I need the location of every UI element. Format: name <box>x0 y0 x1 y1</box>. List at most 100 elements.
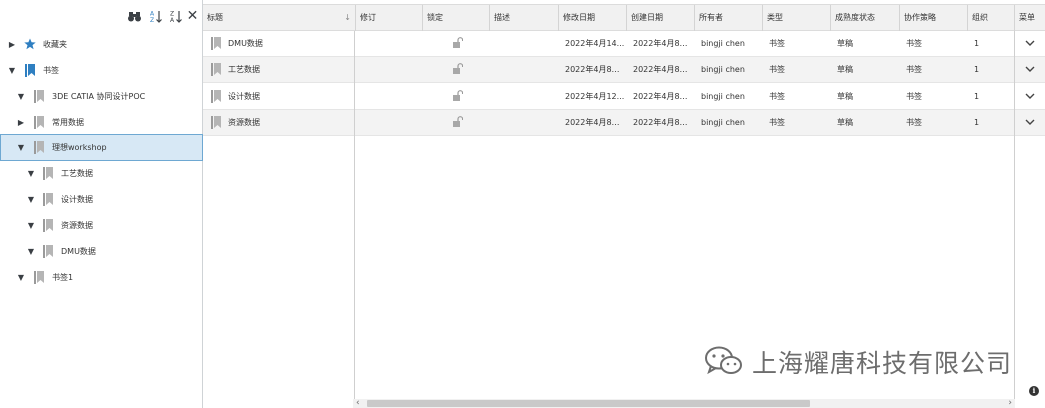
grid-header: 标题 ↓ 修订 锁定 描述 修改日期 创建日期 所有者 类型 成熟度状态 协作策… <box>203 4 1045 31</box>
tree-node-label: DMU数据 <box>61 246 96 256</box>
bookmark-icon <box>211 63 221 78</box>
table-row[interactable]: 资源数据 2022年4月8日 ... 2022年4月8日 ... bingji … <box>203 110 1045 136</box>
tree-node-bookmark1[interactable]: ▼ 书签1 <box>0 264 203 290</box>
tree-toolbar: AZ ZA ✕ <box>0 0 202 31</box>
cell-created: 2022年4月8日 ... <box>633 65 695 74</box>
cell-type: 书签 <box>769 92 785 101</box>
cell-organization: 1 <box>974 92 980 101</box>
unlock-icon[interactable] <box>453 63 464 77</box>
bookmark-icon <box>32 89 46 103</box>
scroll-right-icon[interactable]: › <box>1008 399 1012 408</box>
collapse-arrow-icon[interactable]: ▼ <box>26 168 36 178</box>
cell-title[interactable]: 工艺数据 <box>224 57 354 83</box>
tree-node-lixiang-workshop[interactable]: ▼ 理想workshop <box>0 134 203 161</box>
column-divider[interactable] <box>354 31 355 408</box>
table-row[interactable]: DMU数据 2022年4月14... 2022年4月8日 ... bingji … <box>203 31 1045 57</box>
tree-node-label: 收藏夹 <box>43 39 67 49</box>
cell-owner: bingji chen <box>701 118 745 127</box>
bookmark-icon <box>32 270 46 284</box>
chevron-down-icon[interactable] <box>1025 93 1035 102</box>
cell-type: 书签 <box>769 39 785 48</box>
column-header-created[interactable]: 创建日期 <box>627 5 695 31</box>
expand-arrow-icon[interactable]: ▶ <box>7 39 17 49</box>
binoculars-icon[interactable] <box>127 9 141 23</box>
column-divider[interactable] <box>1014 31 1015 408</box>
collapse-arrow-icon[interactable]: ▼ <box>26 194 36 204</box>
column-header-organization[interactable]: 组织 <box>968 5 1015 31</box>
cell-organization: 1 <box>974 118 980 127</box>
bookmark-icon <box>41 218 55 232</box>
cell-modified: 2022年4月12... <box>565 92 625 101</box>
collapse-arrow-icon[interactable]: ▼ <box>16 272 26 282</box>
tree-node-label: 3DE CATIA 协同设计POC <box>52 91 146 101</box>
scrollbar-thumb[interactable] <box>367 400 810 407</box>
bookmark-icon <box>211 116 221 131</box>
sort-icon[interactable]: ↓ <box>344 5 351 31</box>
column-header-type[interactable]: 类型 <box>763 5 831 31</box>
bookmark-icon <box>41 244 55 258</box>
cell-modified: 2022年4月8日 ... <box>565 118 627 127</box>
column-header-modified[interactable]: 修改日期 <box>559 5 627 31</box>
cell-title[interactable]: DMU数据 <box>224 31 354 57</box>
cell-policy: 书签 <box>906 65 922 74</box>
table-row[interactable]: 设计数据 2022年4月12... 2022年4月8日 ... bingji c… <box>203 84 1045 110</box>
chevron-down-icon[interactable] <box>1025 40 1035 49</box>
collapse-arrow-icon[interactable]: ▼ <box>26 220 36 230</box>
tree-node-3de-catia[interactable]: ▼ 3DE CATIA 协同设计POC <box>0 83 203 109</box>
svg-text:Z: Z <box>150 17 154 23</box>
chevron-down-icon[interactable] <box>1025 66 1035 75</box>
scroll-left-icon[interactable]: ‹ <box>356 399 360 408</box>
table-row[interactable]: 工艺数据 2022年4月8日 ... 2022年4月8日 ... bingji … <box>203 57 1045 83</box>
cell-policy: 书签 <box>906 92 922 101</box>
unlock-icon[interactable] <box>453 37 464 51</box>
cell-type: 书签 <box>769 65 785 74</box>
column-header-owner[interactable]: 所有者 <box>695 5 763 31</box>
cell-owner: bingji chen <box>701 39 745 48</box>
column-header-policy[interactable]: 协作策略 <box>900 5 968 31</box>
cell-organization: 1 <box>974 65 980 74</box>
collapse-arrow-icon[interactable]: ▼ <box>7 65 17 75</box>
cell-modified: 2022年4月8日 ... <box>565 65 627 74</box>
column-header-maturity[interactable]: 成熟度状态 <box>831 5 900 31</box>
close-icon[interactable]: ✕ <box>186 8 199 24</box>
collapse-arrow-icon[interactable]: ▼ <box>16 91 26 101</box>
tree-node-favorites[interactable]: ▶ 收藏夹 <box>0 31 203 57</box>
unlock-icon[interactable] <box>453 90 464 104</box>
column-header-lock[interactable]: 锁定 <box>423 5 490 31</box>
tree-node-common-data[interactable]: ▶ 常用数据 <box>0 109 203 135</box>
cell-created: 2022年4月8日 ... <box>633 39 695 48</box>
expand-arrow-icon[interactable]: ▶ <box>16 117 26 127</box>
horizontal-scrollbar[interactable]: ‹ › <box>353 399 1015 408</box>
chevron-down-icon[interactable] <box>1025 119 1035 128</box>
bookmark-icon <box>32 115 46 129</box>
info-icon[interactable]: i <box>1029 386 1039 396</box>
cell-title[interactable]: 设计数据 <box>224 84 354 110</box>
tree-node-dmu-data[interactable]: ▼ DMU数据 <box>0 238 203 264</box>
column-header-description[interactable]: 描述 <box>490 5 559 31</box>
column-header-menu[interactable]: 菜单 <box>1015 5 1045 31</box>
bookmark-blue-icon <box>23 63 37 77</box>
bookmark-tree-panel: AZ ZA ✕ ▶ 收藏夹 ▼ 书签 ▼ 3DE CATIA 协同设计POC ▶… <box>0 0 203 408</box>
column-header-title[interactable]: 标题 ↓ <box>203 5 356 31</box>
cell-policy: 书签 <box>906 118 922 127</box>
cell-title[interactable]: 资源数据 <box>224 110 354 136</box>
column-header-revision[interactable]: 修订 <box>356 5 423 31</box>
tree-node-resource-data[interactable]: ▼ 资源数据 <box>0 212 203 238</box>
sort-ascending-icon[interactable]: AZ <box>149 9 163 23</box>
cell-maturity: 草稿 <box>837 39 853 48</box>
tree-node-process-data[interactable]: ▼ 工艺数据 <box>0 160 203 186</box>
tree-node-label: 资源数据 <box>61 220 93 230</box>
tree-node-bookmarks[interactable]: ▼ 书签 <box>0 57 203 83</box>
collapse-arrow-icon[interactable]: ▼ <box>26 246 36 256</box>
bookmark-icon <box>41 192 55 206</box>
unlock-icon[interactable] <box>453 116 464 130</box>
cell-maturity: 草稿 <box>837 118 853 127</box>
cell-created: 2022年4月8日 ... <box>633 92 695 101</box>
collapse-arrow-icon[interactable]: ▼ <box>16 143 26 153</box>
cell-type: 书签 <box>769 118 785 127</box>
sort-descending-icon[interactable]: ZA <box>169 9 183 23</box>
bookmark-icon <box>32 141 46 155</box>
star-icon <box>23 37 37 51</box>
tree-node-design-data[interactable]: ▼ 设计数据 <box>0 186 203 212</box>
bookmark-icon <box>211 37 221 52</box>
